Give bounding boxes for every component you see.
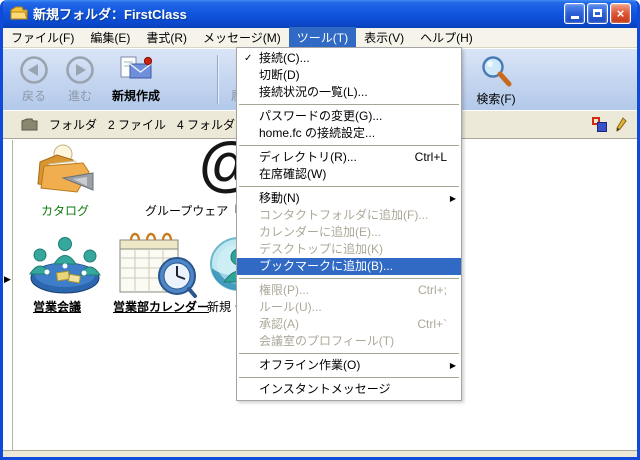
status-strip	[3, 450, 637, 457]
window-title: 新規フォルダ：FirstClass	[33, 4, 187, 23]
menu-separator	[239, 353, 459, 354]
new-document-icon	[118, 55, 154, 85]
menubar-item-view[interactable]: 表示(V)	[356, 27, 412, 48]
menu-item-conference-profile[interactable]: 会議室のプロフィール(T)	[237, 333, 461, 350]
menu-bar: ファイル(F) 編集(E) 書式(R) メッセージ(M) ツール(T) 表示(V…	[3, 28, 637, 48]
menu-item-change-password[interactable]: パスワードの変更(G)...	[237, 108, 461, 125]
menu-item-homefc-settings[interactable]: home.fc の接続設定...	[237, 125, 461, 142]
menu-item-add-bookmark[interactable]: ブックマークに追加(B)...	[237, 258, 461, 275]
menubar-item-file[interactable]: ファイル(F)	[3, 27, 82, 48]
window-folder-icon	[10, 6, 28, 20]
search-icon	[479, 54, 513, 88]
menu-separator	[239, 278, 459, 279]
menubar-item-message[interactable]: メッセージ(M)	[195, 27, 289, 48]
minimize-icon	[571, 16, 579, 19]
meeting-table-icon	[27, 232, 103, 298]
label-catalog[interactable]: カタログ	[41, 202, 89, 219]
menu-item-presence[interactable]: 在席確認(W)	[237, 166, 461, 183]
calendar-clock-icon	[115, 228, 197, 298]
toolbar-separator	[217, 55, 218, 104]
catalog-folder-icon	[35, 142, 95, 198]
icon-catalog[interactable]	[35, 142, 95, 203]
menu-item-disconnect[interactable]: 切断(D)	[237, 67, 461, 84]
maximize-button[interactable]	[587, 3, 608, 24]
pencil-icon[interactable]	[616, 117, 627, 132]
submenu-arrow-icon: ▶	[450, 190, 456, 207]
menu-item-move[interactable]: 移動(N) ▶	[237, 190, 461, 207]
menu-item-approve[interactable]: 承認(A) Ctrl+`	[237, 316, 461, 333]
menu-item-instant-message[interactable]: インスタントメッセージ	[237, 381, 461, 398]
menu-separator	[239, 186, 459, 187]
menu-item-add-calendar[interactable]: カレンダーに追加(E)...	[237, 224, 461, 241]
menu-item-add-contact-folder[interactable]: コンタクトフォルダに追加(F)...	[237, 207, 461, 224]
split-handle-icon[interactable]: ▶	[4, 274, 11, 285]
infobar-file-count: 2 ファイル	[108, 116, 166, 133]
infobar-folder-icon	[21, 118, 38, 131]
forward-arrow-icon	[65, 55, 95, 85]
icon-sales-meeting[interactable]	[27, 232, 103, 303]
pane-divider	[12, 140, 13, 450]
back-arrow-icon	[19, 55, 49, 85]
app-window: 新規フォルダ：FirstClass × ファイル(F) 編集(E) 書式(R) …	[0, 0, 640, 460]
flag-palette-icon[interactable]	[592, 117, 608, 133]
menu-item-connect[interactable]: ✓ 接続(C)...	[237, 50, 461, 67]
menubar-item-format[interactable]: 書式(R)	[138, 27, 195, 48]
menu-separator	[239, 104, 459, 105]
new-button[interactable]: 新規作成	[105, 55, 167, 104]
icon-sales-calendar[interactable]	[115, 228, 197, 303]
label-sales-calendar[interactable]: 営業部カレンダー	[113, 298, 209, 315]
menubar-item-edit[interactable]: 編集(E)	[82, 27, 138, 48]
menu-item-permissions[interactable]: 権限(P)... Ctrl+;	[237, 282, 461, 299]
menu-item-rules[interactable]: ルール(U)...	[237, 299, 461, 316]
shortcut-text: Ctrl+;	[408, 282, 447, 299]
screen: 新規フォルダ：FirstClass × ファイル(F) 編集(E) 書式(R) …	[0, 0, 640, 460]
title-bar[interactable]: 新規フォルダ：FirstClass ×	[3, 0, 637, 28]
menubar-item-tools[interactable]: ツール(T)	[289, 27, 356, 48]
back-button[interactable]: 戻る	[11, 55, 57, 104]
close-button[interactable]: ×	[610, 3, 631, 24]
submenu-arrow-icon: ▶	[450, 357, 456, 374]
menu-item-connection-list[interactable]: 接続状況の一覧(L)...	[237, 84, 461, 101]
search-button[interactable]: 検索(F)	[471, 54, 521, 107]
label-sales-meeting[interactable]: 営業会議	[33, 298, 81, 315]
menu-separator	[239, 377, 459, 378]
infobar-folder-label: フォルダ	[49, 116, 97, 133]
menubar-item-help[interactable]: ヘルプ(H)	[412, 27, 481, 48]
checkmark-icon: ✓	[244, 50, 252, 67]
menu-item-add-desktop[interactable]: デスクトップに追加(K)	[237, 241, 461, 258]
shortcut-text: Ctrl+L	[405, 149, 447, 166]
shortcut-text: Ctrl+`	[407, 316, 447, 333]
minimize-button[interactable]	[564, 3, 585, 24]
close-icon: ×	[617, 7, 625, 20]
menu-item-directory[interactable]: ディレクトリ(R)... Ctrl+L	[237, 149, 461, 166]
maximize-icon	[593, 9, 602, 17]
menu-separator	[239, 145, 459, 146]
menu-item-offline-work[interactable]: オフライン作業(O) ▶	[237, 357, 461, 374]
forward-button[interactable]: 進む	[57, 55, 103, 104]
tools-menu: ✓ 接続(C)... 切断(D) 接続状況の一覧(L)... パスワードの変更(…	[236, 47, 462, 401]
